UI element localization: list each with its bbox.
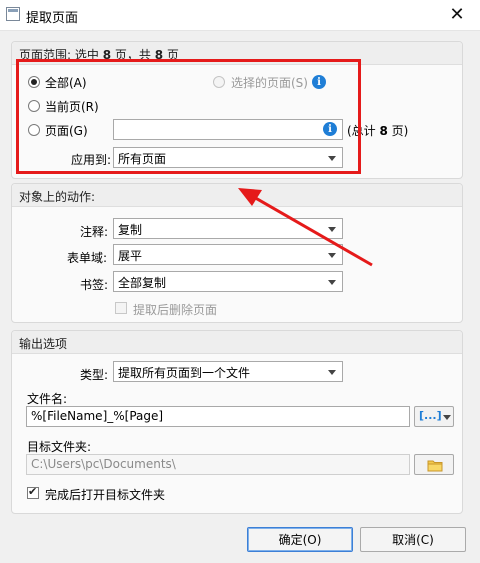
annotation-label: 注释: [80, 225, 109, 239]
output-header: 输出选项 [12, 331, 462, 354]
ok-button[interactable]: 确定(O) [247, 527, 353, 552]
open-folder-checkbox[interactable] [27, 485, 39, 499]
folder-icon [427, 460, 443, 472]
info-icon[interactable]: i [323, 122, 337, 136]
filename-input[interactable]: %[FileName]_%[Page] [26, 406, 410, 427]
radio-current-page-label: 当前页(R) [45, 100, 99, 114]
form-field-value: 展平 [118, 249, 143, 263]
chevron-down-icon [328, 280, 336, 285]
radio-current-page[interactable] [28, 100, 40, 112]
title-bar: 提取页面 ✕ [0, 0, 480, 31]
type-dropdown[interactable]: 提取所有页面到一个文件 [113, 361, 343, 382]
radio-pages-label: 页面(G) [45, 124, 88, 138]
filename-macro-button[interactable]: [...] [414, 406, 454, 427]
chevron-down-icon [328, 370, 336, 375]
apply-to-label: 应用到: [71, 153, 112, 167]
delete-after-extract-checkbox[interactable] [115, 302, 127, 314]
type-label: 类型: [80, 368, 109, 382]
target-folder-input[interactable]: C:\Users\pc\Documents\ [26, 454, 410, 475]
radio-selected-pages-label: 选择的页面(S) [231, 76, 308, 90]
radio-selected-pages[interactable] [213, 76, 225, 88]
chevron-down-icon [328, 227, 336, 232]
close-button[interactable]: ✕ [434, 0, 480, 30]
pages-input[interactable] [113, 119, 343, 140]
annotation-dropdown[interactable]: 复制 [113, 218, 343, 239]
bookmark-value: 全部复制 [118, 276, 167, 290]
chevron-down-icon [328, 156, 336, 161]
actions-header: 对象上的动作: [12, 184, 462, 207]
chevron-down-icon [328, 253, 336, 258]
apply-to-dropdown[interactable]: 所有页面 [113, 147, 343, 168]
bookmark-dropdown[interactable]: 全部复制 [113, 271, 343, 292]
type-value: 提取所有页面到一个文件 [118, 366, 251, 380]
radio-all-label: 全部(A) [45, 76, 87, 90]
radio-all[interactable] [28, 76, 40, 88]
open-folder-label: 完成后打开目标文件夹 [45, 488, 166, 502]
info-icon[interactable]: i [312, 75, 326, 89]
delete-after-extract-label: 提取后删除页面 [133, 303, 218, 317]
form-field-dropdown[interactable]: 展平 [113, 244, 343, 265]
annotation-value: 复制 [118, 223, 143, 237]
actions-title: 对象上的动作: [19, 190, 96, 204]
macro-icon: [...] [419, 409, 442, 422]
app-window-icon [6, 7, 20, 21]
output-title: 输出选项 [19, 337, 68, 351]
cancel-button[interactable]: 取消(C) [360, 527, 466, 552]
chevron-down-icon [443, 415, 451, 420]
target-folder-label: 目标文件夹: [27, 440, 92, 454]
form-field-label: 表单域: [67, 251, 108, 265]
bookmark-label: 书签: [80, 278, 109, 292]
browse-folder-button[interactable] [414, 454, 454, 475]
window-title: 提取页面 [26, 11, 79, 26]
radio-pages[interactable] [28, 124, 40, 136]
page-range-header: 页面范围: 选中 8 页，共 8 页 [12, 42, 462, 65]
apply-to-value: 所有页面 [118, 152, 167, 166]
page-range-title: 页面范围: 选中 8 页，共 8 页 [19, 48, 179, 62]
page-count-text: (总计 8 页) [347, 124, 409, 138]
filename-label: 文件名: [27, 392, 68, 406]
